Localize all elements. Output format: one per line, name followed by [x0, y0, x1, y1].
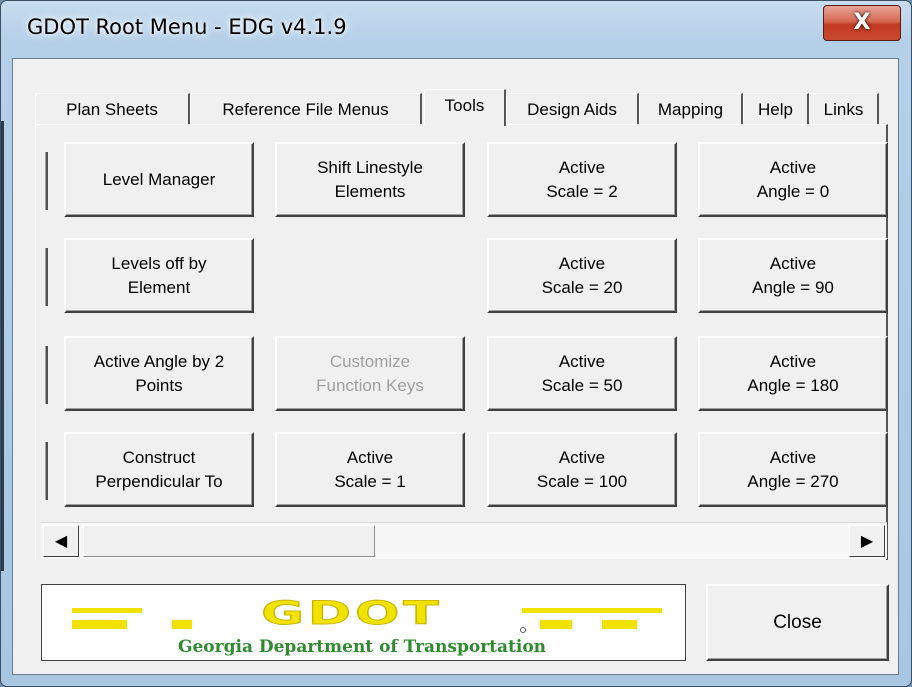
- active-angle-90-button[interactable]: Active Angle = 90: [698, 238, 888, 313]
- gdot-logo-graphic: GDOT Georgia Department of Transportatio…: [72, 594, 662, 657]
- tab-strip: Plan Sheets Reference File Menus Tools D…: [35, 89, 885, 126]
- scrollbar-thumb[interactable]: [83, 525, 375, 557]
- window-left-edge: [1, 121, 4, 571]
- tab-reference-file-menus[interactable]: Reference File Menus: [190, 93, 422, 125]
- active-angle-180-button[interactable]: Active Angle = 180: [698, 336, 888, 411]
- tab-links[interactable]: Links: [809, 93, 879, 125]
- title-bar[interactable]: GDOT Root Menu - EDG v4.1.9 X: [1, 1, 911, 57]
- clipped-button-edge[interactable]: [45, 346, 48, 404]
- clipped-button-edge[interactable]: [45, 152, 48, 210]
- construct-perpendicular-to-button[interactable]: Construct Perpendicular To: [64, 432, 254, 507]
- active-scale-50-button[interactable]: Active Scale = 50: [487, 336, 677, 411]
- active-scale-100-button[interactable]: Active Scale = 100: [487, 432, 677, 507]
- clipped-button-edge[interactable]: [45, 248, 48, 306]
- gdot-logo: GDOT Georgia Department of Transportatio…: [41, 584, 686, 661]
- tab-help[interactable]: Help: [743, 93, 809, 125]
- tab-plan-sheets[interactable]: Plan Sheets: [35, 93, 190, 125]
- gdot-org-name: Georgia Department of Transportation: [178, 637, 546, 657]
- scroll-right-arrow-icon[interactable]: ▶: [849, 525, 885, 557]
- gdot-wordmark: GDOT: [261, 595, 442, 632]
- levels-off-by-element-button[interactable]: Levels off by Element: [64, 238, 254, 313]
- active-angle-0-button[interactable]: Active Angle = 0: [698, 142, 888, 217]
- customize-function-keys-button: Customize Function Keys: [275, 336, 465, 411]
- scroll-left-arrow-icon[interactable]: ◀: [43, 525, 79, 557]
- tab-tools[interactable]: Tools: [424, 89, 506, 126]
- level-manager-button[interactable]: Level Manager: [64, 142, 254, 217]
- active-scale-1-button[interactable]: Active Scale = 1: [275, 432, 465, 507]
- close-button[interactable]: Close: [706, 584, 889, 661]
- window-title: GDOT Root Menu - EDG v4.1.9: [27, 15, 347, 39]
- window-close-button[interactable]: X: [823, 5, 901, 41]
- active-angle-270-button[interactable]: Active Angle = 270: [698, 432, 888, 507]
- tab-design-aids[interactable]: Design Aids: [506, 93, 639, 125]
- dialog-window: GDOT Root Menu - EDG v4.1.9 X Plan Sheet…: [0, 0, 912, 687]
- tab-mapping[interactable]: Mapping: [639, 93, 743, 125]
- active-scale-2-button[interactable]: Active Scale = 2: [487, 142, 677, 217]
- active-angle-by-2-points-button[interactable]: Active Angle by 2 Points: [64, 336, 254, 411]
- shift-linestyle-elements-button[interactable]: Shift Linestyle Elements: [275, 142, 465, 217]
- clipped-button-edge[interactable]: [45, 442, 48, 500]
- horizontal-scrollbar[interactable]: ◀ ▶: [41, 522, 887, 559]
- active-scale-20-button[interactable]: Active Scale = 20: [487, 238, 677, 313]
